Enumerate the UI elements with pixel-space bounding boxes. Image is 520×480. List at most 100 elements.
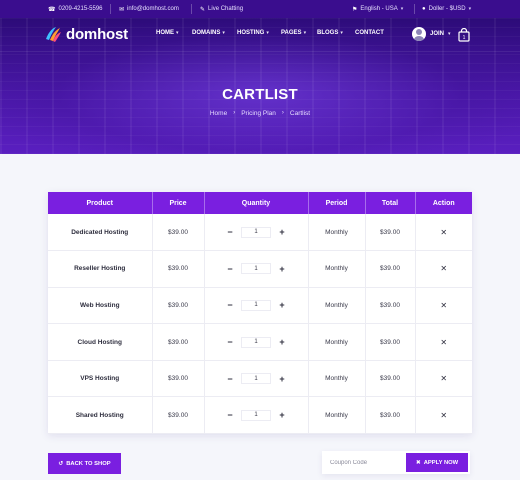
billing-period: Monthly [308, 287, 366, 325]
row-total: $39.00 [365, 360, 416, 398]
quantity-cell: −1 + [204, 396, 309, 435]
coupon-form: ✖ APPLY NOW [322, 451, 470, 474]
quantity-input[interactable]: 1 [241, 336, 271, 348]
decrease-quantity-button[interactable]: − [223, 300, 237, 311]
quantity-cell: −1 + [204, 250, 309, 288]
join-button[interactable]: JOIN ▾ [412, 27, 451, 41]
table-row: Reseller Hosting $39.00 −1 + Monthly $39.… [48, 250, 472, 288]
remove-item-icon[interactable]: ✕ [440, 374, 447, 383]
nav-home[interactable]: HOME ▾ [156, 30, 179, 36]
live-chat-link[interactable]: ✎ Live Chatting [200, 0, 243, 18]
increase-quantity-button[interactable]: + [275, 337, 289, 348]
quantity-stepper: −1 + [223, 409, 289, 421]
row-total: $39.00 [365, 250, 416, 288]
increase-quantity-button[interactable]: + [275, 263, 289, 274]
row-total: $39.00 [365, 214, 416, 252]
increase-quantity-button[interactable]: + [275, 227, 289, 238]
nav-blogs-label: BLOGS [317, 30, 339, 36]
product-price: $39.00 [152, 360, 205, 398]
remove-item-icon[interactable]: ✕ [440, 228, 447, 237]
back-arrow-icon: ↺ [58, 460, 64, 467]
chevron-right-icon: › [281, 110, 284, 116]
nav-pages-label: PAGES [281, 30, 302, 36]
email-contact[interactable]: ✉ info@domhost.com [119, 0, 179, 18]
breadcrumb-current: Cartlist [289, 110, 311, 117]
header-price: Price [152, 192, 205, 214]
chevron-down-icon: ▾ [303, 30, 307, 36]
live-chat-label: Live Chatting [208, 6, 244, 12]
decrease-quantity-button[interactable]: − [223, 410, 237, 421]
apply-now-label: APPLY NOW [423, 459, 459, 466]
quantity-input[interactable]: 1 [241, 409, 271, 421]
increase-quantity-button[interactable]: + [275, 410, 289, 421]
chat-icon: ✎ [200, 6, 206, 13]
breadcrumb-home[interactable]: Home [210, 110, 227, 117]
action-cell: ✕ [415, 396, 472, 435]
quantity-input[interactable]: 1 [241, 263, 271, 275]
increase-quantity-button[interactable]: + [275, 300, 289, 311]
table-row: Shared Hosting $39.00 −1 + Monthly $39.00… [48, 396, 472, 435]
decrease-quantity-button[interactable]: − [223, 337, 237, 348]
remove-item-icon[interactable]: ✕ [440, 338, 447, 347]
language-selector[interactable]: ⚑ English - USA ▾ [352, 0, 403, 18]
decrease-quantity-button[interactable]: − [223, 227, 237, 238]
user-avatar-icon [412, 27, 426, 41]
currency-label: Doller - $USD [428, 6, 466, 12]
decrease-quantity-button[interactable]: − [223, 373, 237, 384]
increase-quantity-button[interactable]: + [275, 373, 289, 384]
nav-blogs[interactable]: BLOGS ▾ [317, 30, 343, 36]
remove-item-icon[interactable]: ✕ [440, 411, 447, 420]
remove-item-icon[interactable]: ✕ [440, 301, 447, 310]
hero-banner: domhost HOME ▾ DOMAINS ▾ HOSTING ▾ PAGES… [0, 18, 520, 154]
action-cell: ✕ [415, 360, 472, 398]
product-price: $39.00 [152, 323, 205, 361]
nav-hosting[interactable]: HOSTING ▾ [237, 30, 269, 36]
action-cell: ✕ [415, 214, 472, 252]
email-address: info@domhost.com [127, 6, 179, 12]
currency-selector[interactable]: ● Doller - $USD ▾ [422, 0, 471, 18]
table-header-row: Product Price Quantity Period Total Acti… [48, 192, 472, 214]
quantity-cell: −1 + [204, 360, 309, 398]
product-price: $39.00 [152, 287, 205, 325]
quantity-stepper: −1 + [223, 336, 289, 348]
table-row: VPS Hosting $39.00 −1 + Monthly $39.00 ✕ [48, 360, 472, 398]
apply-coupon-button[interactable]: ✖ APPLY NOW [406, 453, 468, 472]
table-row: Web Hosting $39.00 −1 + Monthly $39.00 ✕ [48, 287, 472, 325]
product-price: $39.00 [152, 214, 205, 252]
tag-icon: ✖ [415, 459, 421, 466]
header-product: Product [48, 192, 153, 214]
nav-domains[interactable]: DOMAINS ▾ [192, 30, 225, 36]
chevron-down-icon: ▾ [176, 30, 179, 36]
product-name: Reseller Hosting [48, 250, 153, 288]
logo-mark-icon [44, 25, 62, 43]
phone-contact[interactable]: ☎ 0209-4215-5596 [48, 0, 103, 18]
row-total: $39.00 [365, 323, 416, 361]
phone-number: 0209-4215-5596 [58, 6, 103, 12]
back-to-shop-button[interactable]: ↺ BACK TO SHOP [48, 453, 121, 474]
nav-home-label: HOME [156, 30, 174, 36]
chevron-down-icon: ▾ [400, 6, 404, 12]
brand-name: domhost [66, 25, 128, 43]
quantity-input[interactable]: 1 [241, 226, 271, 238]
shopping-bag-icon[interactable]: 1 [458, 27, 470, 42]
quantity-input[interactable]: 1 [241, 299, 271, 311]
nav-hosting-label: HOSTING [237, 30, 265, 36]
breadcrumb: Home › Pricing Plan › Cartlist [0, 110, 520, 117]
breadcrumb-pricing-plan[interactable]: Pricing Plan [241, 110, 276, 117]
coupon-code-input[interactable] [324, 453, 404, 472]
product-price: $39.00 [152, 250, 205, 288]
table-row: Dedicated Hosting $39.00 −1 + Monthly $39… [48, 214, 472, 252]
decrease-quantity-button[interactable]: − [223, 263, 237, 274]
nav-contact[interactable]: CONTACT [355, 30, 384, 36]
quantity-input[interactable]: 1 [241, 373, 271, 385]
cart-table: Product Price Quantity Period Total Acti… [48, 192, 472, 435]
brand-logo[interactable]: domhost [44, 25, 128, 43]
billing-period: Monthly [308, 250, 366, 288]
remove-item-icon[interactable]: ✕ [440, 264, 447, 273]
divider [414, 4, 415, 14]
nav-contact-label: CONTACT [355, 30, 384, 36]
quantity-cell: −1 + [204, 287, 309, 325]
join-label: JOIN [430, 31, 445, 37]
nav-pages[interactable]: PAGES ▾ [281, 30, 306, 36]
language-label: English - USA [360, 6, 398, 12]
